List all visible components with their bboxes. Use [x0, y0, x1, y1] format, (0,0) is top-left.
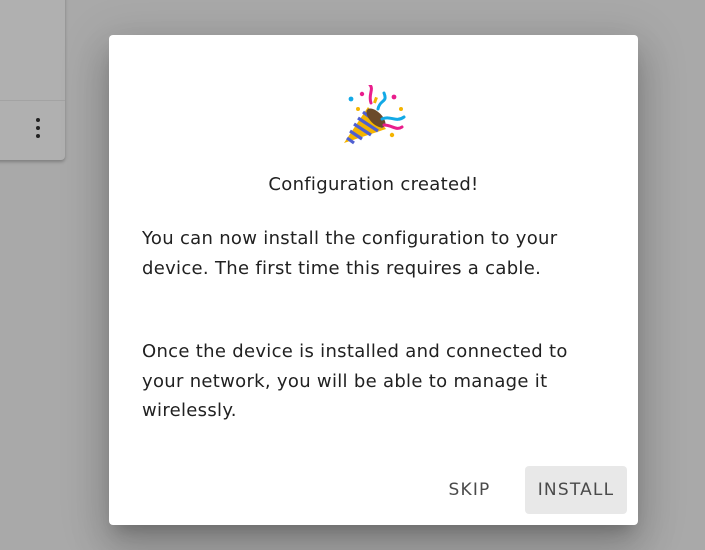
- party-popper-icon: [344, 85, 406, 145]
- dialog: Configuration created! You can now insta…: [109, 35, 638, 525]
- background-card: [0, 0, 65, 160]
- card-divider: [0, 100, 65, 101]
- dialog-message-install: You can now install the configuration to…: [142, 228, 558, 279]
- dialog-message-wireless: Once the device is installed and connect…: [142, 341, 568, 421]
- dialog-title: Configuration created!: [268, 174, 479, 195]
- skip-button[interactable]: SKIP: [431, 466, 508, 514]
- install-button[interactable]: INSTALL: [525, 466, 627, 514]
- more-vert-icon[interactable]: [34, 118, 42, 142]
